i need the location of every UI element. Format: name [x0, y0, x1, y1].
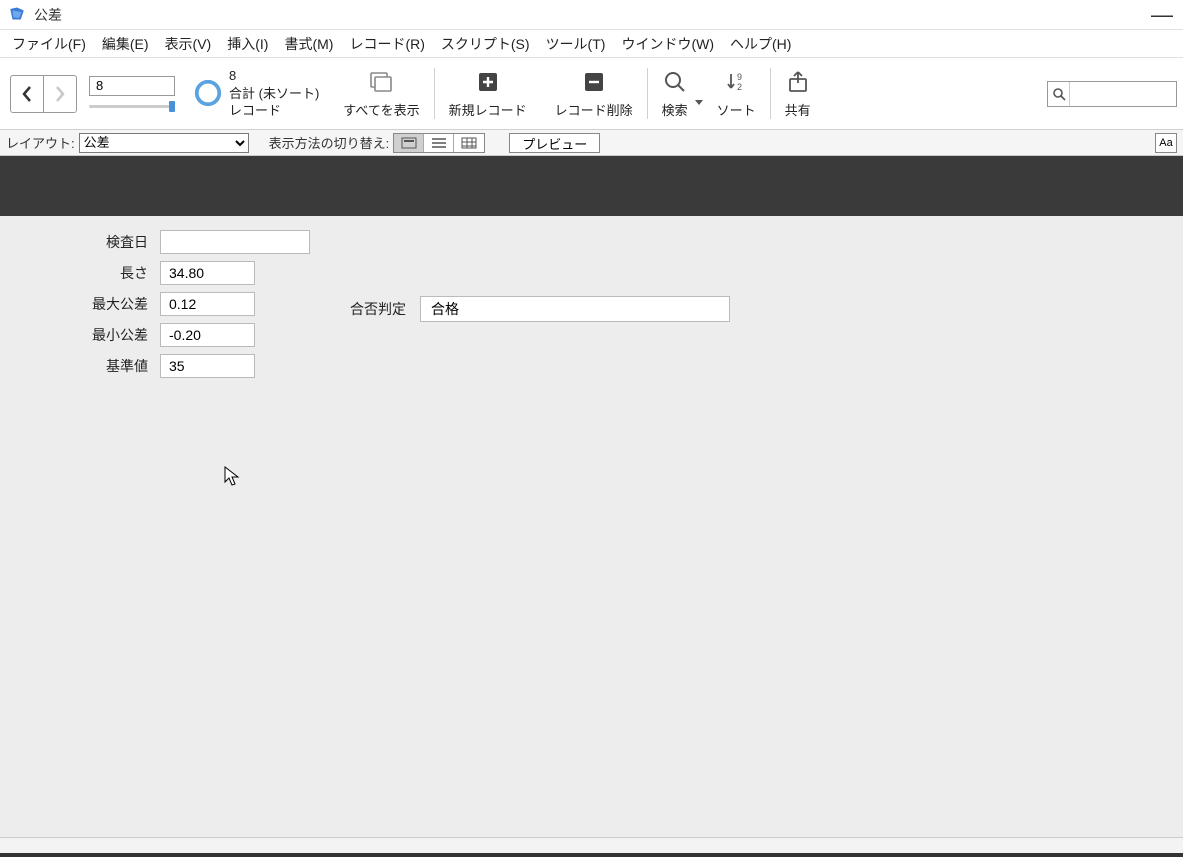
- search-label: 検索: [662, 100, 688, 119]
- show-all-icon: [368, 68, 394, 96]
- view-list-button[interactable]: [424, 134, 454, 152]
- delete-record-label: レコード削除: [555, 100, 633, 119]
- menu-file[interactable]: ファイル(F): [4, 30, 94, 58]
- plus-icon: [475, 68, 501, 96]
- label-max-tolerance: 最大公差: [0, 294, 160, 314]
- sort-icon: 92: [723, 68, 749, 96]
- menu-insert[interactable]: 挿入(I): [219, 30, 276, 58]
- field-inspection-date[interactable]: [160, 230, 310, 254]
- record-label: レコード: [229, 102, 319, 120]
- next-record-button[interactable]: [43, 75, 77, 113]
- label-reference: 基準値: [0, 356, 160, 376]
- toolbar: 8 合計 (未ソート) レコード すべてを表示 新規レコード レコード削除 検索: [0, 58, 1183, 130]
- sort-label: ソート: [717, 100, 756, 119]
- menu-help[interactable]: ヘルプ(H): [722, 30, 799, 58]
- field-max-tolerance[interactable]: 0.12: [160, 292, 255, 316]
- record-total-count: 8: [229, 67, 319, 85]
- minimize-button[interactable]: —: [1151, 11, 1175, 19]
- delete-record-button[interactable]: レコード削除: [541, 58, 647, 129]
- svg-text:9: 9: [737, 72, 742, 82]
- layout-bar: レイアウト: 公差 表示方法の切り替え: プレビュー Aa: [0, 130, 1183, 156]
- search-button[interactable]: 検索: [648, 58, 692, 129]
- record-number-input[interactable]: [89, 76, 175, 96]
- form-area: 検査日 長さ 34.80 最大公差 0.12 最小公差 -0.20 基準値 35…: [0, 216, 1183, 837]
- share-icon: [785, 68, 811, 96]
- label-length: 長さ: [0, 263, 160, 283]
- view-switcher: [393, 133, 485, 153]
- preview-button[interactable]: プレビュー: [509, 133, 600, 153]
- field-judgement[interactable]: 合格: [420, 296, 730, 322]
- menu-window[interactable]: ウインドウ(W): [613, 30, 722, 58]
- layout-label: レイアウト:: [6, 133, 75, 152]
- show-all-button[interactable]: すべてを表示: [329, 58, 433, 129]
- prev-record-button[interactable]: [10, 75, 44, 113]
- menu-format[interactable]: 書式(M): [276, 30, 341, 58]
- record-pie-icon: [193, 78, 223, 108]
- app-icon: [8, 6, 26, 24]
- record-total-label: 合計 (未ソート): [229, 85, 319, 103]
- menu-edit[interactable]: 編集(E): [94, 30, 157, 58]
- show-all-label: すべてを表示: [343, 100, 419, 119]
- quick-search: [1047, 58, 1183, 129]
- svg-text:2: 2: [737, 82, 742, 92]
- header-band: [0, 156, 1183, 216]
- quick-search-icon[interactable]: [1048, 82, 1070, 106]
- window-title: 公差: [34, 5, 62, 25]
- viewswitch-label: 表示方法の切り替え:: [269, 133, 390, 152]
- menu-tools[interactable]: ツール(T): [538, 30, 614, 58]
- record-slider[interactable]: [89, 100, 175, 112]
- minus-icon: [581, 68, 607, 96]
- view-form-button[interactable]: [394, 134, 424, 152]
- field-min-tolerance[interactable]: -0.20: [160, 323, 255, 347]
- quick-search-input[interactable]: [1070, 83, 1176, 105]
- share-button[interactable]: 共有: [771, 58, 825, 129]
- search-dropdown-caret-icon[interactable]: [695, 100, 703, 105]
- menu-records[interactable]: レコード(R): [341, 30, 432, 58]
- menu-bar: ファイル(F) 編集(E) 表示(V) 挿入(I) 書式(M) レコード(R) …: [0, 30, 1183, 58]
- field-reference[interactable]: 35: [160, 354, 255, 378]
- status-bar: [0, 837, 1183, 857]
- new-record-button[interactable]: 新規レコード: [435, 58, 541, 129]
- label-judgement: 合否判定: [350, 299, 406, 319]
- search-icon: [662, 68, 688, 96]
- sort-button[interactable]: 92 ソート: [703, 58, 770, 129]
- menu-view[interactable]: 表示(V): [157, 30, 220, 58]
- title-bar: 公差 —: [0, 0, 1183, 30]
- label-min-tolerance: 最小公差: [0, 325, 160, 345]
- cursor-icon: [224, 466, 240, 488]
- view-table-button[interactable]: [454, 134, 484, 152]
- menu-scripts[interactable]: スクリプト(S): [433, 30, 538, 58]
- format-text-label: Aa: [1159, 137, 1172, 149]
- format-text-button[interactable]: Aa: [1155, 133, 1177, 153]
- new-record-label: 新規レコード: [449, 100, 527, 119]
- share-label: 共有: [785, 100, 811, 119]
- field-length[interactable]: 34.80: [160, 261, 255, 285]
- label-inspection-date: 検査日: [0, 232, 160, 252]
- layout-select[interactable]: 公差: [79, 133, 249, 153]
